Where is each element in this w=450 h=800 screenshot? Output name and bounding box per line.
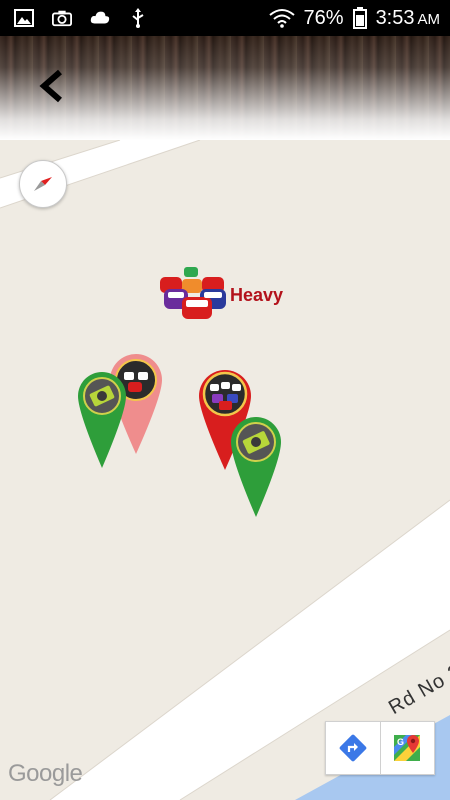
wifi-icon: [268, 8, 296, 28]
directions-button[interactable]: [326, 722, 380, 774]
camera-marker-pin[interactable]: [229, 415, 283, 519]
battery-percent: 76%: [303, 6, 344, 29]
compass-needle-icon: [34, 177, 52, 191]
usb-icon: [128, 8, 148, 28]
cloud-icon: [90, 8, 110, 28]
google-maps-icon: G: [394, 735, 421, 761]
back-chevron-icon: [39, 69, 62, 103]
traffic-level-label: Heavy: [230, 285, 284, 305]
map-toolbar: G: [325, 721, 435, 775]
camera-icon: [52, 8, 72, 28]
clock: 3:53 AM: [375, 6, 440, 29]
heavy-traffic-cars-icon: [160, 267, 226, 319]
compass-button[interactable]: [19, 160, 67, 208]
google-attribution: Google: [8, 760, 83, 787]
directions-icon: [339, 734, 367, 762]
svg-text:G: G: [397, 737, 404, 747]
gallery-icon: [14, 8, 34, 28]
open-google-maps-button[interactable]: G: [379, 722, 435, 774]
app-header: [0, 36, 450, 140]
status-bar: 76% 3:53 AM: [0, 0, 450, 36]
battery-icon: [352, 7, 368, 29]
map-view[interactable]: Heavy Rd No 2 Google G: [0, 140, 450, 800]
back-button[interactable]: [30, 66, 70, 106]
camera-marker-pin[interactable]: [76, 370, 128, 470]
